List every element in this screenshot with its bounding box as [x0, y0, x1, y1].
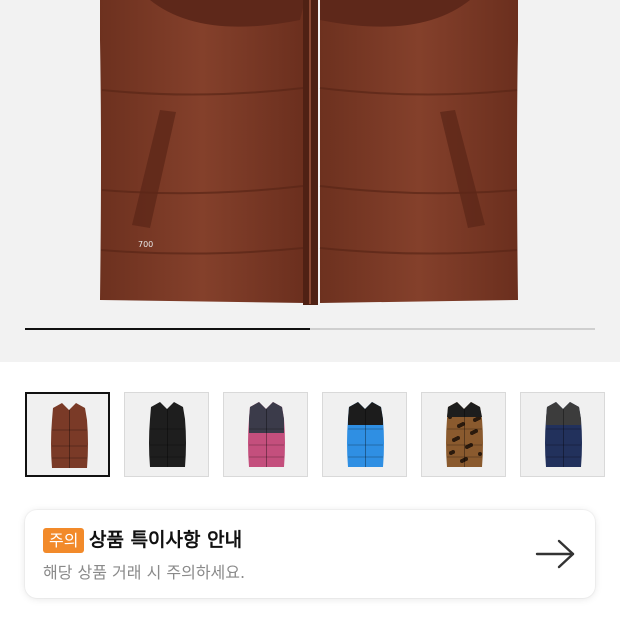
thumb-navy-vest[interactable]: [520, 392, 605, 477]
vest-icon: [149, 402, 186, 467]
notice-title: 상품 특이사항 안내: [89, 529, 243, 551]
vest-logo-text: 700: [138, 240, 153, 249]
gallery-progress-bar: [25, 328, 595, 330]
gallery-progress-fill: [25, 328, 310, 330]
vest-icon: [446, 402, 483, 467]
brown-down-vest-image: 700: [100, 0, 518, 305]
thumbnail-strip[interactable]: [0, 392, 620, 480]
notice-subtitle: 해당 상품 거래 시 주의하세요.: [43, 563, 246, 582]
vest-icon: [347, 402, 384, 467]
vest-icon: [248, 402, 285, 467]
thumb-brown-vest[interactable]: [25, 392, 110, 477]
product-notice-card[interactable]: 주의 상품 특이사항 안내 해당 상품 거래 시 주의하세요.: [25, 510, 595, 598]
vest-icon: [51, 403, 88, 468]
product-image-gallery[interactable]: 700: [0, 0, 620, 362]
thumb-pink-vest[interactable]: [223, 392, 308, 477]
caution-badge: 주의: [43, 528, 85, 553]
vest-icon: [545, 402, 582, 467]
thumb-blue-vest[interactable]: [322, 392, 407, 477]
thumb-leopard-vest[interactable]: [421, 392, 506, 477]
thumb-black-vest[interactable]: [124, 392, 209, 477]
arrow-right-icon[interactable]: [535, 538, 577, 570]
